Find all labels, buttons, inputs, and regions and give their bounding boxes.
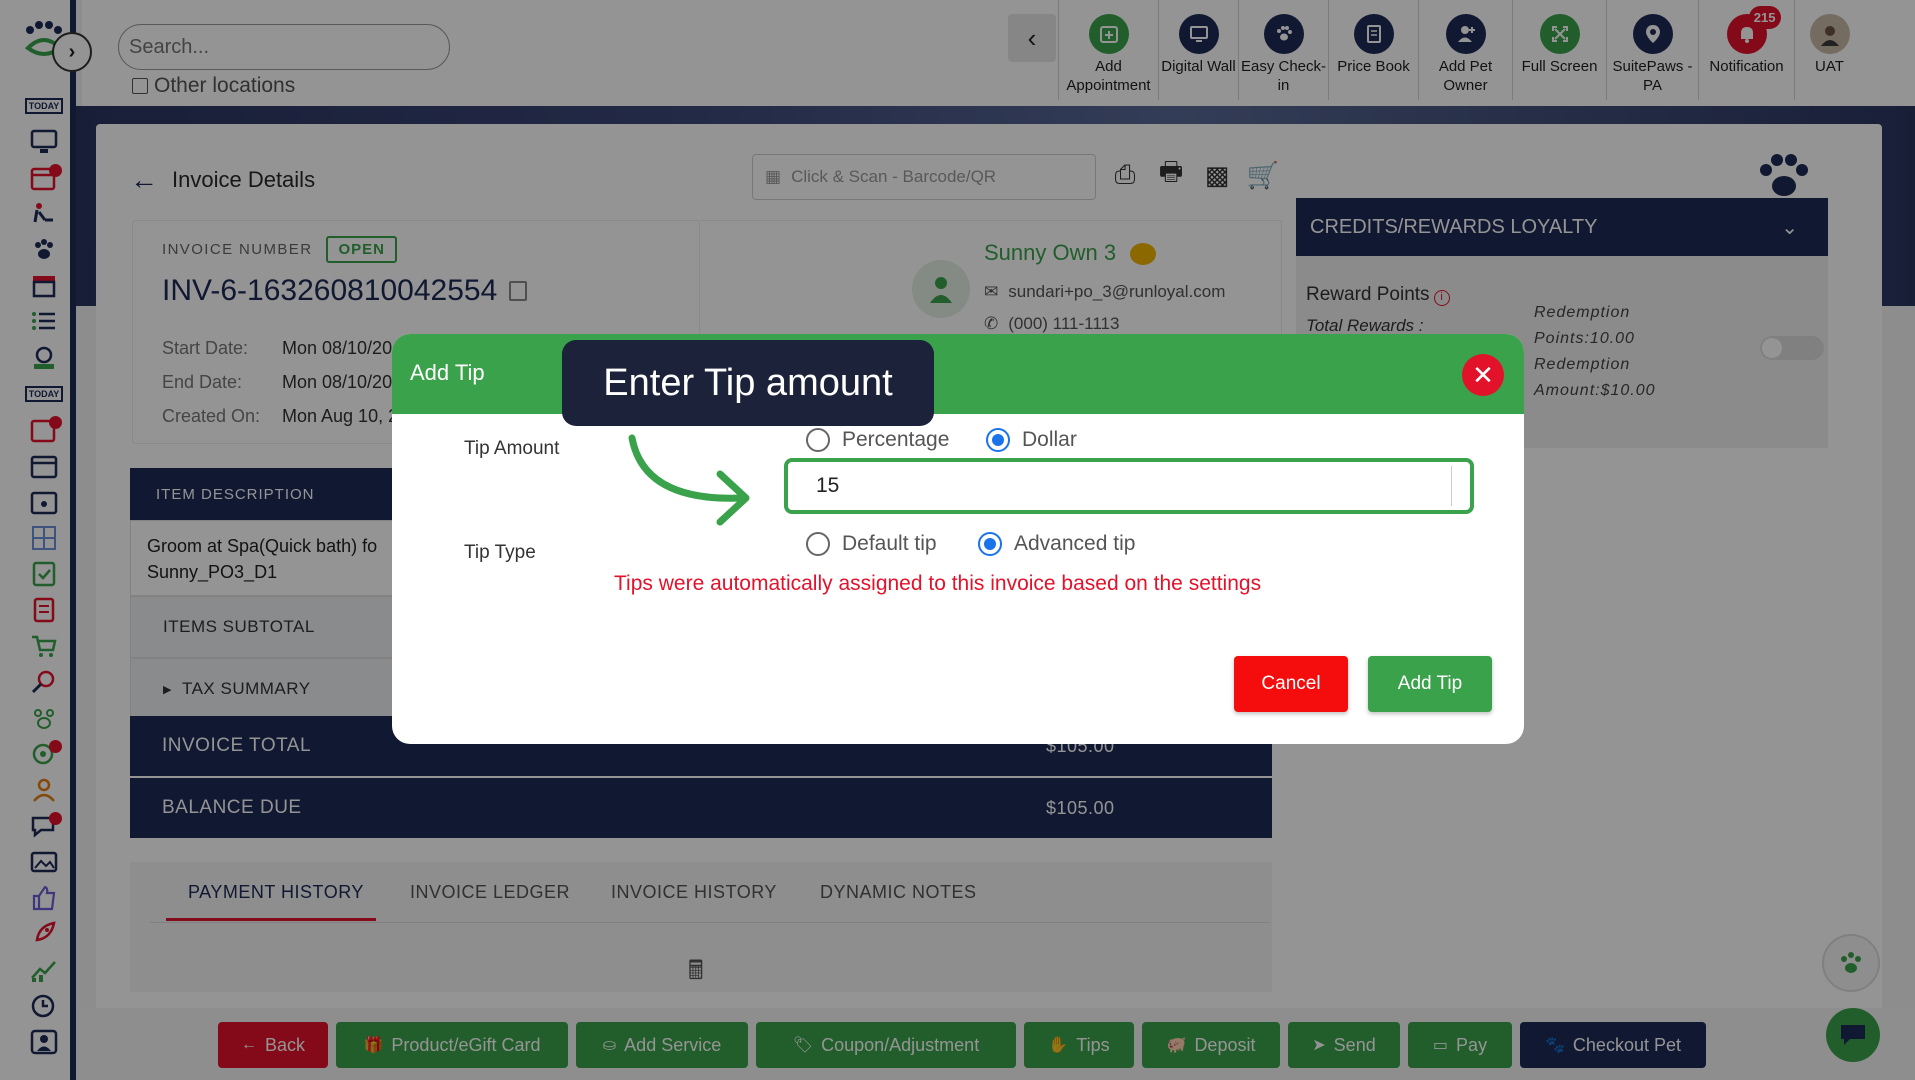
percentage-radio[interactable]: Percentage (806, 428, 949, 452)
tip-amount-label: Tip Amount (464, 438, 560, 459)
tutorial-callout: Enter Tip amount (562, 340, 934, 426)
close-button[interactable]: ✕ (1462, 354, 1504, 396)
radio-button[interactable] (806, 428, 830, 452)
input-divider (1451, 466, 1452, 506)
default-tip-label: Default tip (842, 532, 937, 555)
dollar-radio[interactable]: Dollar (986, 428, 1077, 452)
advanced-tip-label: Advanced tip (1014, 532, 1136, 555)
add-tip-button[interactable]: Add Tip (1368, 656, 1492, 712)
tip-type-label: Tip Type (464, 542, 536, 563)
percentage-label: Percentage (842, 428, 950, 451)
close-icon: ✕ (1472, 359, 1494, 390)
advanced-tip-radio[interactable]: Advanced tip (978, 532, 1135, 556)
dollar-label: Dollar (1022, 428, 1077, 451)
radio-button[interactable] (806, 532, 830, 556)
auto-assigned-message: Tips were automatically assigned to this… (614, 572, 1262, 595)
callout-arrow-icon (628, 434, 750, 526)
dialog-title: Add Tip (410, 360, 485, 385)
tip-amount-field (784, 458, 1474, 514)
default-tip-radio[interactable]: Default tip (806, 532, 937, 556)
radio-button-selected[interactable] (978, 532, 1002, 556)
radio-button-selected[interactable] (986, 428, 1010, 452)
cancel-button[interactable]: Cancel (1234, 656, 1348, 712)
tip-amount-input[interactable] (800, 466, 1440, 506)
